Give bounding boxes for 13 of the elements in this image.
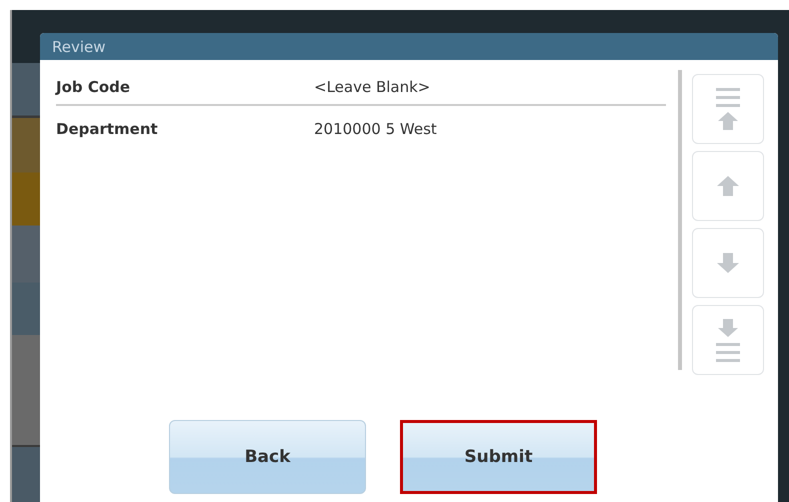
arrow-down-icon — [716, 252, 740, 274]
back-button[interactable]: Back — [169, 420, 366, 494]
submit-button[interactable]: Submit — [400, 420, 597, 494]
page-down-button[interactable] — [692, 305, 764, 375]
field-value: 2010000 5 West — [314, 120, 437, 138]
field-label: Department — [56, 120, 159, 138]
arrow-up-icon — [716, 175, 740, 197]
dialog-title: Review — [52, 38, 106, 56]
down-button[interactable] — [692, 228, 764, 298]
field-value: <Leave Blank> — [314, 78, 430, 96]
page-up-button[interactable] — [692, 74, 764, 144]
field-label: Job Code — [56, 78, 132, 96]
up-button[interactable] — [692, 151, 764, 221]
